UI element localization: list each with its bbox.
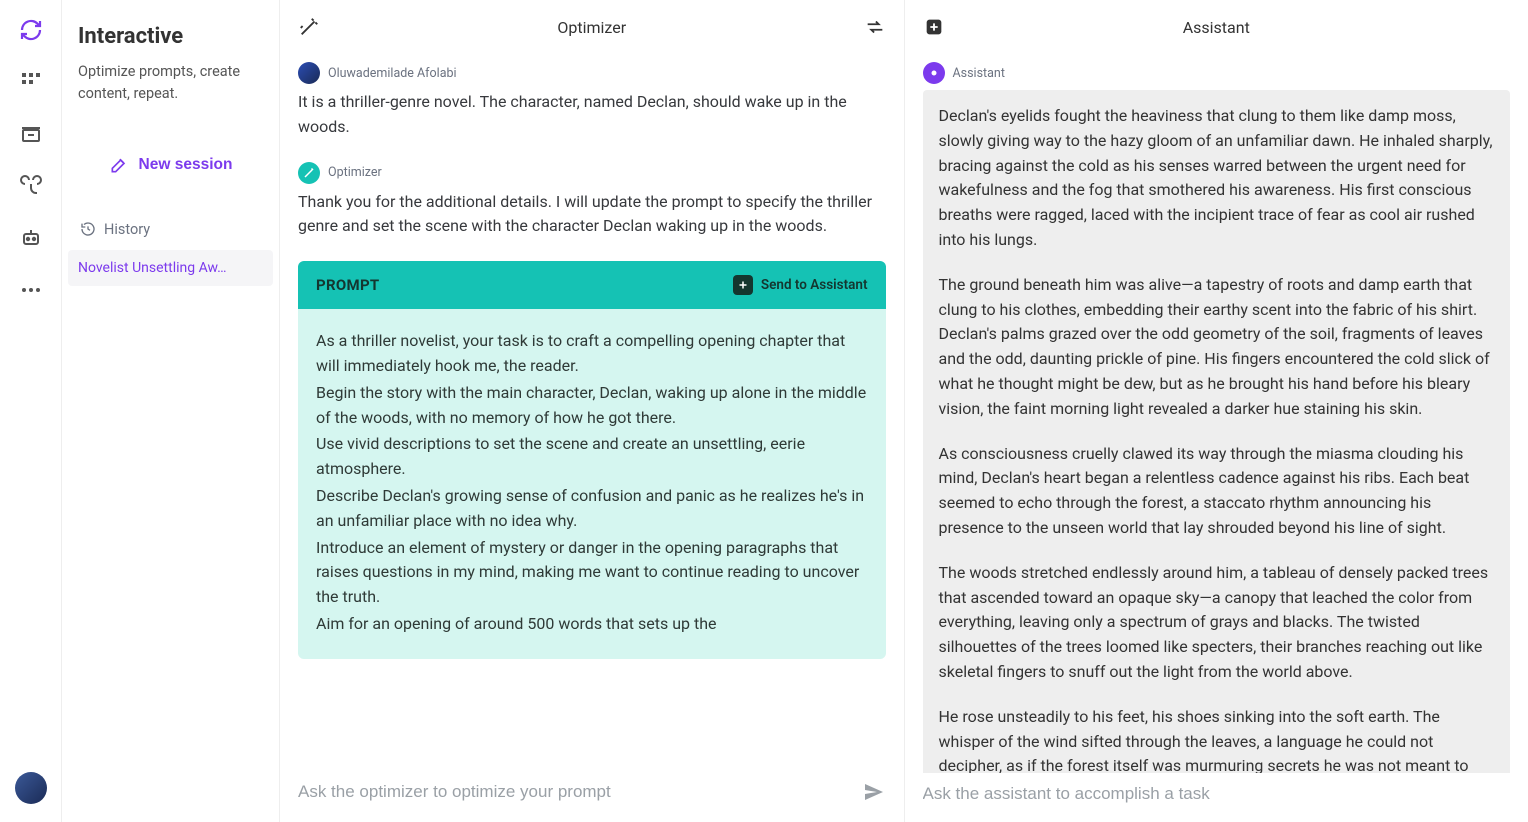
user-avatar-small (298, 62, 320, 84)
assistant-input[interactable] (923, 784, 1511, 804)
assistant-name: Assistant (953, 66, 1005, 81)
sidebar: Interactive Optimize prompts, create con… (62, 0, 280, 822)
assistant-paragraph: He rose unsteadily to his feet, his shoe… (939, 705, 1495, 773)
prompt-line: Introduce an element of mystery or dange… (316, 536, 868, 610)
assistant-title: Assistant (945, 18, 1489, 37)
assistant-header: Assistant (905, 0, 1528, 54)
prompt-line: As a thriller novelist, your task is to … (316, 329, 868, 379)
more-icon[interactable] (19, 278, 43, 302)
assistant-paragraph: The woods stretched endlessly around him… (939, 561, 1495, 685)
prompt-line: Aim for an opening of around 500 words t… (316, 612, 868, 637)
optimizer-message-head: Optimizer (298, 162, 886, 184)
prompt-card: PROMPT Send to Assistant As a thriller n… (298, 261, 886, 659)
send-to-assistant-button[interactable]: Send to Assistant (733, 275, 868, 295)
integrations-icon[interactable] (19, 174, 43, 198)
robot-icon[interactable] (19, 226, 43, 250)
prompt-card-body: As a thriller novelist, your task is to … (298, 309, 886, 659)
user-message-head: Oluwademilade Afolabi (298, 62, 886, 84)
assistant-paragraph: As consciousness cruelly clawed its way … (939, 442, 1495, 541)
assistant-body: Assistant Declan's eyelids fought the he… (905, 54, 1528, 773)
new-session-button[interactable]: New session (78, 145, 263, 185)
optimizer-pane: Optimizer Oluwademilade Afolabi It is a … (280, 0, 904, 822)
main-split: Optimizer Oluwademilade Afolabi It is a … (280, 0, 1528, 822)
grid-icon[interactable] (19, 70, 43, 94)
icon-rail (0, 0, 62, 822)
swap-icon[interactable] (864, 16, 886, 38)
history-header: History (78, 215, 263, 244)
assistant-paragraph: Declan's eyelids fought the heaviness th… (939, 104, 1495, 253)
assistant-pane: Assistant Assistant Declan's eyelids fou… (904, 0, 1528, 822)
optimizer-input[interactable] (298, 782, 854, 802)
prompt-line: Describe Declan's growing sense of confu… (316, 484, 868, 534)
assistant-response: Declan's eyelids fought the heaviness th… (923, 90, 1511, 773)
sidebar-subtitle: Optimize prompts, create content, repeat… (78, 61, 263, 105)
optimizer-input-row (280, 769, 904, 822)
assistant-plus-icon[interactable] (923, 16, 945, 38)
optimizer-name: Optimizer (328, 165, 382, 180)
edit-icon (109, 155, 129, 175)
send-to-assistant-label: Send to Assistant (761, 277, 868, 293)
send-plus-icon (733, 275, 753, 295)
prompt-line: Begin the story with the main character,… (316, 381, 868, 431)
assistant-paragraph: The ground beneath him was alive—a tapes… (939, 273, 1495, 422)
user-message-text: It is a thriller-genre novel. The charac… (298, 90, 886, 140)
send-icon[interactable] (862, 780, 886, 804)
prompt-card-title: PROMPT (316, 276, 380, 294)
refresh-icon[interactable] (19, 18, 43, 42)
assistant-avatar (923, 62, 945, 84)
sidebar-title: Interactive (78, 24, 263, 49)
optimizer-title: Optimizer (320, 18, 864, 37)
assistant-message-head: Assistant (923, 62, 1511, 84)
optimizer-message-text: Thank you for the additional details. I … (298, 190, 886, 240)
assistant-input-row (905, 773, 1528, 822)
prompt-line: Use vivid descriptions to set the scene … (316, 432, 868, 482)
history-item[interactable]: Novelist Unsettling Aw… (68, 250, 273, 286)
optimizer-avatar (298, 162, 320, 184)
prompt-card-head: PROMPT Send to Assistant (298, 261, 886, 309)
optimizer-body: Oluwademilade Afolabi It is a thriller-g… (280, 54, 904, 769)
wand-icon[interactable] (298, 16, 320, 38)
optimizer-header: Optimizer (280, 0, 904, 54)
user-name: Oluwademilade Afolabi (328, 66, 457, 81)
new-session-label: New session (139, 156, 233, 174)
user-avatar[interactable] (15, 772, 47, 804)
archive-icon[interactable] (19, 122, 43, 146)
history-icon (80, 221, 96, 237)
history-label-text: History (104, 221, 150, 238)
